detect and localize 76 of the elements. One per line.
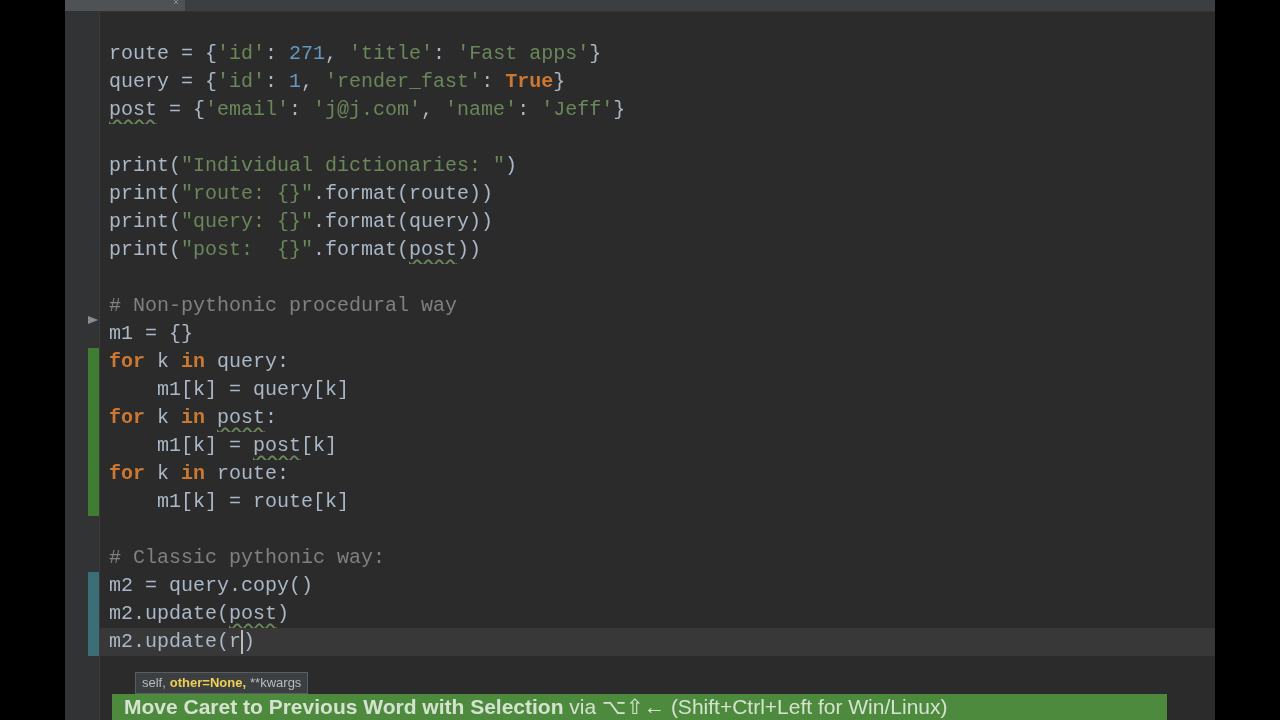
string-literal: "post: {}" bbox=[181, 237, 314, 263]
code-text: m1[k] = bbox=[156, 433, 243, 459]
code-text: ) bbox=[505, 153, 518, 179]
code-text: print( bbox=[109, 153, 181, 179]
number-literal: 271 bbox=[289, 41, 326, 67]
string-literal: 'j@j.com' bbox=[313, 97, 422, 123]
code-text: post bbox=[409, 237, 458, 263]
text-caret bbox=[241, 630, 244, 654]
code-text: k bbox=[156, 349, 171, 375]
code-text: : bbox=[517, 97, 531, 123]
code-text: , bbox=[325, 41, 339, 67]
parameter-text: self, bbox=[142, 674, 166, 693]
fold-arrow-icon[interactable] bbox=[88, 316, 98, 324]
parameter-text: other=None, bbox=[169, 674, 247, 693]
code-text: route: bbox=[216, 461, 290, 487]
code-text: : bbox=[481, 69, 495, 95]
code-text: : bbox=[265, 69, 279, 95]
code-text: m2 = query.copy() bbox=[109, 573, 314, 599]
code-text: post bbox=[229, 601, 278, 627]
code-text: m2.update( bbox=[109, 601, 230, 627]
code-text: [k] bbox=[301, 433, 338, 459]
string-literal: "route: {}" bbox=[181, 181, 314, 207]
code-text: )) bbox=[457, 237, 482, 263]
code-text: .format(query)) bbox=[313, 209, 494, 235]
code-text: , bbox=[421, 97, 435, 123]
code-text: post bbox=[217, 405, 266, 431]
code-text: } bbox=[613, 97, 626, 123]
code-comment: # Classic pythonic way: bbox=[109, 545, 386, 571]
code-text: post bbox=[253, 433, 302, 459]
code-text: m1[k] = query[k] bbox=[156, 377, 350, 403]
code-text: , bbox=[301, 69, 315, 95]
code-text: print( bbox=[109, 237, 181, 263]
code-text: : bbox=[289, 97, 303, 123]
close-icon[interactable] bbox=[173, 0, 181, 6]
keyword: in bbox=[181, 405, 207, 431]
shortcut-banner: Move Caret to Previous Word with Selection via ⌥⇧← (Shift+Ctrl+Left for Win/Linux) bbox=[112, 694, 1167, 720]
keyword: for bbox=[109, 349, 145, 375]
code-text: print( bbox=[109, 181, 181, 207]
code-text: m1[k] = route[k] bbox=[156, 489, 350, 515]
code-text: : bbox=[265, 405, 278, 431]
string-literal: 'name' bbox=[445, 97, 518, 123]
code-text: = { bbox=[168, 97, 206, 123]
code-comment: # Non-pythonic procedural way bbox=[109, 293, 458, 319]
code-text: route = { bbox=[109, 41, 218, 67]
keyword: in bbox=[181, 349, 206, 375]
string-literal: 'title' bbox=[349, 41, 434, 67]
string-literal: 'id' bbox=[217, 41, 266, 67]
code-text: k bbox=[156, 405, 171, 431]
string-literal: 'email' bbox=[205, 97, 290, 123]
code-text: query = { bbox=[109, 69, 218, 95]
code-text: .format( bbox=[313, 237, 410, 263]
keyword: in bbox=[181, 461, 206, 487]
code-text: m2.update(r bbox=[109, 629, 242, 655]
code-text: post bbox=[109, 97, 157, 123]
code-text: } bbox=[553, 69, 566, 95]
string-literal: 'Jeff' bbox=[541, 97, 614, 123]
keyword: for bbox=[109, 461, 145, 487]
code-text: : bbox=[265, 41, 279, 67]
code-text: : bbox=[433, 41, 447, 67]
parameter-text: **kwargs bbox=[250, 674, 302, 693]
string-literal: "query: {}" bbox=[181, 209, 314, 235]
string-literal: 'Fast apps' bbox=[457, 41, 590, 67]
keyword: for bbox=[109, 405, 145, 431]
code-text: print( bbox=[109, 209, 181, 235]
code-text: query: bbox=[216, 349, 290, 375]
string-literal: 'id' bbox=[217, 69, 266, 95]
number-literal: 1 bbox=[289, 69, 302, 95]
code-text: ) bbox=[243, 629, 256, 655]
code-text: .format(route)) bbox=[313, 181, 494, 207]
string-literal: "Individual dictionaries: " bbox=[181, 153, 506, 179]
keyword: True bbox=[505, 69, 554, 95]
code-text: } bbox=[589, 41, 602, 67]
code-text: m1 = {} bbox=[109, 321, 193, 347]
code-text: ) bbox=[277, 601, 290, 627]
code-text: k bbox=[156, 461, 171, 487]
string-literal: 'render_fast' bbox=[325, 69, 482, 95]
